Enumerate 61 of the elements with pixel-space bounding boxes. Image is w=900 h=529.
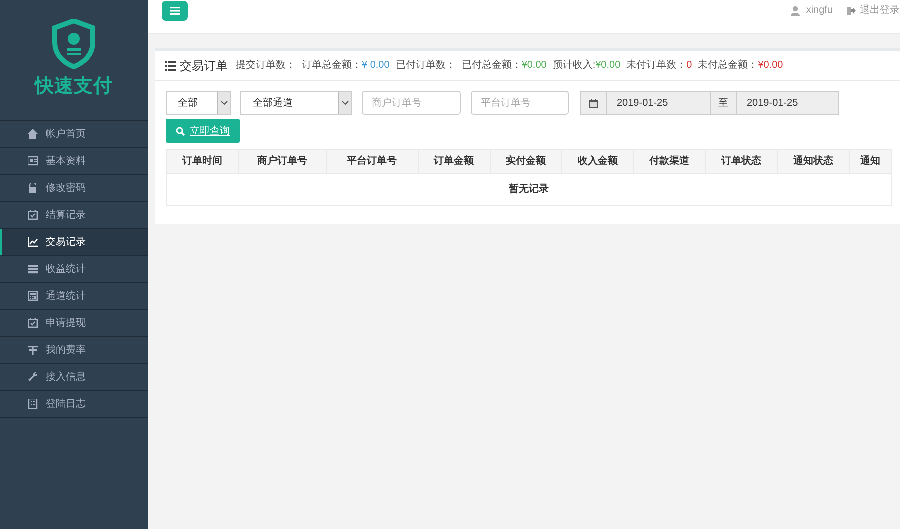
- merchant-order-field[interactable]: 商户订单号: [362, 91, 461, 115]
- column-header: 通知状态: [778, 150, 850, 174]
- column-header: 实付金额: [490, 150, 562, 174]
- chevron-down-icon: [342, 101, 348, 105]
- stat-label: 已付总金额：: [462, 58, 522, 73]
- empty-table-message: 暂无记录: [509, 184, 549, 195]
- panel-title: 交易订单: [180, 58, 228, 74]
- stat-label: 提交订单数：: [236, 58, 296, 73]
- lock-icon: [28, 183, 38, 193]
- shield-logo-icon: [52, 18, 96, 69]
- id-card-icon: [28, 156, 38, 166]
- list-icon: [28, 264, 38, 274]
- column-header: 订单状态: [706, 150, 778, 174]
- sidebar-item[interactable]: 申请提现: [0, 310, 148, 337]
- chevron-down-icon: [220, 101, 228, 105]
- column-header: 收入金额: [562, 150, 634, 174]
- status-select[interactable]: 全部: [166, 91, 231, 115]
- sidebar-item[interactable]: 修改密码: [0, 175, 148, 202]
- sidebar-item[interactable]: 帐户首页: [0, 121, 148, 148]
- channel-select[interactable]: 全部通道: [240, 91, 352, 115]
- column-header: 商户订单号: [238, 150, 326, 174]
- stat-label: 未付总金额：: [698, 58, 758, 73]
- stat-label: 订单总金额：: [302, 58, 362, 73]
- query-button[interactable]: 立即查询: [166, 119, 240, 143]
- calendar-check-icon: [28, 318, 38, 328]
- column-header: 平台订单号: [326, 150, 418, 174]
- platform-order-field[interactable]: 平台订单号: [471, 91, 569, 115]
- building-icon: [28, 399, 38, 409]
- stat-label: 预计收入:: [552, 58, 596, 73]
- sidebar-item[interactable]: 登陆日志: [0, 391, 148, 418]
- list-icon: [165, 60, 176, 70]
- column-header: 付款渠道: [634, 150, 706, 174]
- username: xingfu: [806, 4, 833, 18]
- stat-value: ¥0.00: [522, 59, 547, 73]
- column-header: 订单金额: [418, 150, 490, 174]
- sidebar-item[interactable]: 我的费率: [0, 337, 148, 364]
- menu-icon: [170, 6, 180, 14]
- stat-label: 已付订单数：: [396, 58, 456, 73]
- line-chart-icon: [28, 237, 38, 247]
- home-icon: [28, 129, 38, 139]
- column-header: 通知: [849, 150, 892, 174]
- wrench-icon: [28, 372, 38, 382]
- calculator-icon: [28, 291, 38, 301]
- stat-value: ¥0.00: [758, 59, 784, 73]
- search-icon: [176, 126, 185, 136]
- stat-value: ¥ 0.00: [362, 59, 390, 73]
- sidebar-item[interactable]: 接入信息: [0, 364, 148, 391]
- sidebar-item[interactable]: 基本资料: [0, 148, 148, 175]
- sidebar-item[interactable]: 交易记录: [0, 229, 148, 256]
- stat-value: 0: [686, 59, 692, 73]
- sign-out-icon: [847, 6, 856, 14]
- stat-label: 未付订单数：: [626, 58, 687, 73]
- column-header: 订单时间: [166, 150, 238, 174]
- stat-value: ¥0.00: [596, 59, 621, 73]
- sidebar-item[interactable]: 通道统计: [0, 283, 148, 310]
- sidebar-item[interactable]: 收益统计: [0, 256, 148, 283]
- logout-link[interactable]: 退出登录: [847, 3, 900, 18]
- user-icon: [791, 6, 800, 16]
- calendar-check-icon: [28, 210, 38, 220]
- logo-text: 快速支付: [35, 74, 113, 99]
- menu-toggle-button[interactable]: [162, 0, 188, 20]
